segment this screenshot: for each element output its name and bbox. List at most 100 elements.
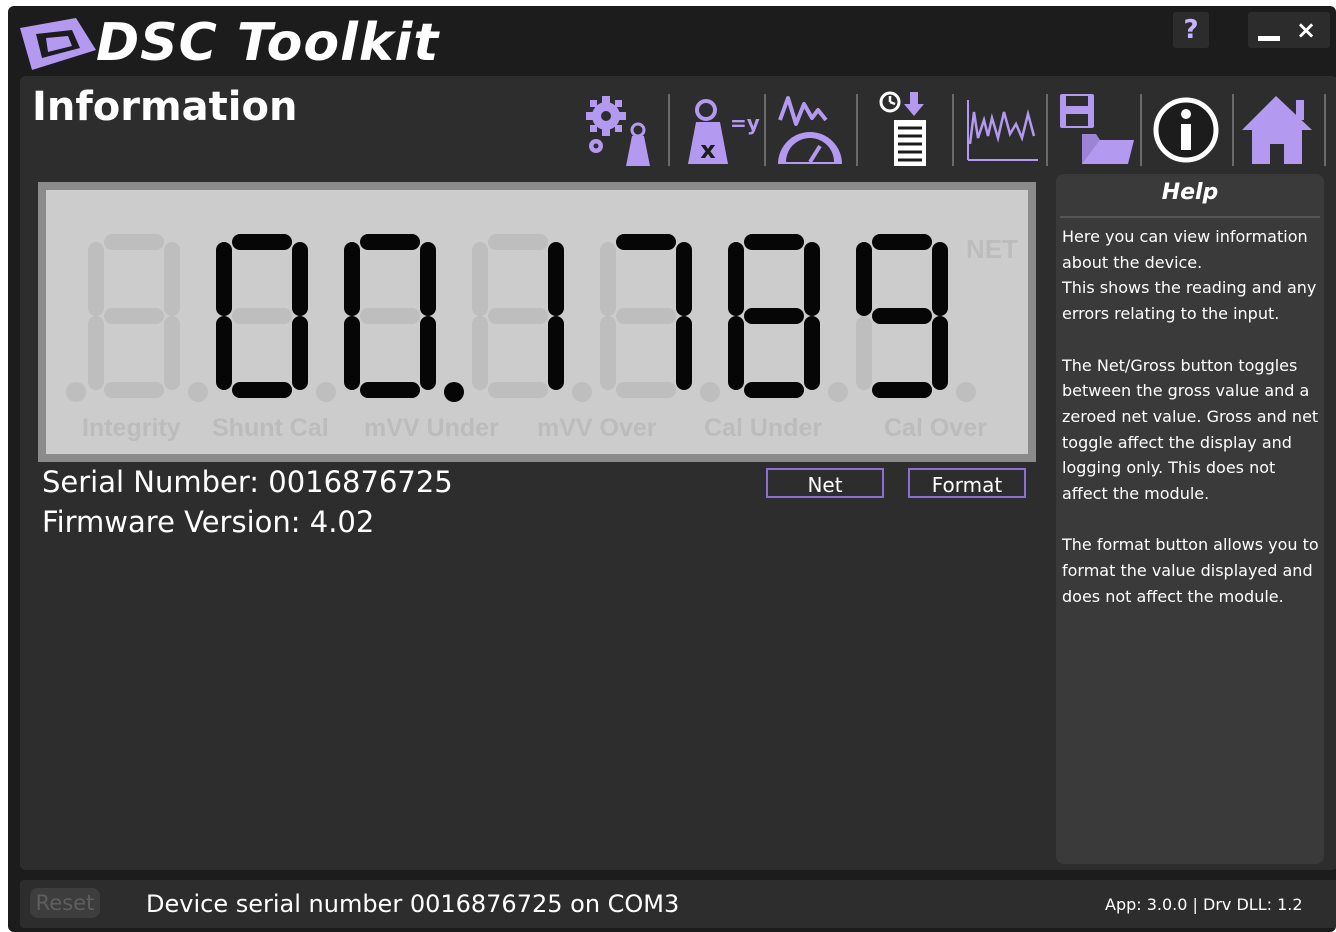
segment-b [420,242,436,316]
segment-c [548,316,564,390]
segment-e [600,316,616,390]
segment-a [232,234,292,250]
decimal-point [956,382,976,402]
segment-c [932,316,948,390]
decimal-point [316,382,336,402]
minimize-icon[interactable] [1258,36,1280,41]
dsc-logo-icon [20,18,96,70]
toolbar-separator [668,94,670,166]
serial-number-label: Serial Number: 0016876725 [42,465,453,499]
decimal-point [572,382,592,402]
segment-a [360,234,420,250]
segment-f [472,242,488,316]
toolbar-chart-button[interactable] [956,90,1044,170]
segment-c [164,316,180,390]
toolbar-separator [952,94,954,166]
segment-e [344,316,360,390]
app-window: DSC Toolkit ? × Information x =y NET Int… [8,6,1336,932]
segment-c [292,316,308,390]
segment-b [676,242,692,316]
segment-e [216,316,232,390]
toolbar-separator [1232,94,1234,166]
segment-e [728,316,744,390]
gear-weight-icon [586,96,650,166]
format-button[interactable]: Format [908,468,1026,498]
segment-f [856,242,872,316]
decimal-point [188,382,208,402]
main-panel: Information x =y NET Integrity Shunt Cal… [20,76,1336,870]
segment-f [216,242,232,316]
status-bar: Reset Device serial number 0016876725 on… [20,880,1336,928]
segment-f [88,242,104,316]
help-title: Help [1161,180,1219,205]
segment-a [872,234,932,250]
svg-text:=y: =y [730,111,760,135]
help-body: Here you can view information about the … [1062,224,1324,635]
error-shunt-cal: Shunt Cal [212,414,329,442]
segment-b [932,242,948,316]
segment-d [232,382,292,398]
error-cal-under: Cal Under [704,414,823,442]
app-title: DSC Toolkit [96,13,440,73]
toolbar-calibration-button[interactable]: x =y [672,90,760,170]
segment-e [472,316,488,390]
segment-c [420,316,436,390]
toolbar-separator [1324,94,1326,166]
reset-button[interactable]: Reset [30,888,100,918]
info-icon [1153,97,1219,163]
segment-b [292,242,308,316]
segment-e [88,316,104,390]
segment-a [616,234,676,250]
net-indicator: NET [966,234,1018,264]
decimal-point [66,382,86,402]
toolbar-home-button[interactable] [1236,90,1324,170]
timer-log-icon [879,91,926,166]
segment-a [104,234,164,250]
segment-a [488,234,548,250]
signal-gauge-icon [778,96,842,164]
segment-f [600,242,616,316]
toolbar-gauge-button[interactable] [766,90,854,170]
segment-g [744,308,804,324]
segment-d [488,382,548,398]
segment-d [104,382,164,398]
segment-e [856,316,872,390]
segment-a [744,234,804,250]
firmware-version-label: Firmware Version: 4.02 [42,505,375,539]
toolbar-settings-button[interactable] [576,90,664,170]
help-question-button[interactable]: ? [1173,12,1209,48]
page-title: Information [32,84,298,130]
toolbar-save-open-button[interactable] [1050,90,1138,170]
error-cal-over: Cal Over [884,414,987,442]
segment-g [232,308,292,324]
segment-f [728,242,744,316]
close-icon[interactable]: × [1296,12,1316,48]
segment-f [344,242,360,316]
segment-g [360,308,420,324]
segment-d [360,382,420,398]
error-mvv-over: mVV Over [537,414,657,442]
window-controls: × [1248,12,1330,48]
toolbar-timed-log-button[interactable] [858,90,946,170]
weight-xy-icon: x =y [688,99,760,164]
home-icon [1242,96,1312,164]
toolbar-separator [1046,94,1048,166]
help-paragraph: The Net/Gross button toggles between the… [1062,355,1319,504]
segment-d [744,382,804,398]
segment-c [804,316,820,390]
toolbar-information-button[interactable] [1142,90,1230,170]
segment-d [616,382,676,398]
waveform-icon [967,100,1038,161]
help-paragraph: The format button allows you to format t… [1062,535,1319,606]
decimal-point [700,382,720,402]
svg-text:x: x [700,136,716,164]
help-pane: Help Here you can view information about… [1056,174,1324,864]
decimal-point [444,382,464,402]
help-paragraph: Here you can view information about the … [1062,227,1317,324]
status-message: Device serial number 0016876725 on COM3 [146,890,680,918]
segment-g [488,308,548,324]
segment-b [164,242,180,316]
segment-c [676,316,692,390]
save-folder-icon [1060,94,1134,164]
net-button[interactable]: Net [766,468,884,498]
